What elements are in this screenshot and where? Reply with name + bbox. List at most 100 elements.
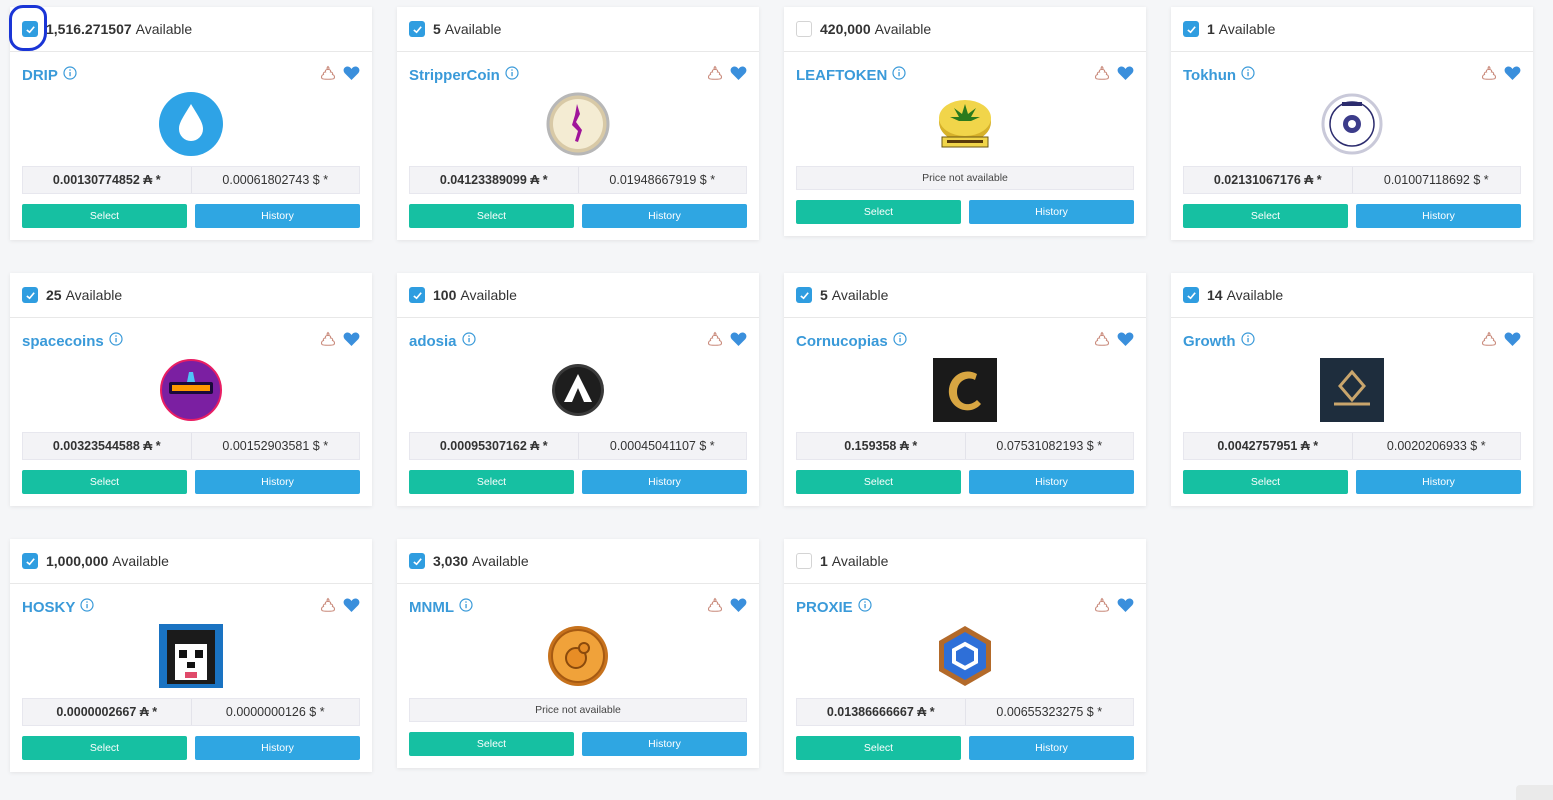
select-button[interactable]: Select (22, 204, 187, 228)
annotation-circle (9, 5, 47, 51)
history-button[interactable]: History (1356, 470, 1521, 494)
token-name[interactable]: adosia (409, 333, 457, 350)
poop-icon[interactable] (1481, 331, 1497, 352)
poop-icon[interactable] (707, 597, 723, 618)
adosia-logo (546, 358, 610, 422)
price-row: 0.00095307162 ₳ * 0.00045041107 $ * (409, 432, 747, 460)
select-button[interactable]: Select (796, 736, 961, 760)
history-button[interactable]: History (1356, 204, 1521, 228)
select-button[interactable]: Select (796, 200, 961, 224)
select-checkbox[interactable] (1183, 287, 1199, 303)
price-ada: 0.01386666667 ₳ * (797, 699, 966, 725)
token-name[interactable]: DRIP (22, 67, 58, 84)
poop-icon[interactable] (320, 65, 336, 86)
select-checkbox[interactable] (409, 287, 425, 303)
heart-icon[interactable] (730, 597, 747, 617)
price-usd: 0.0000000126 $ * (225, 705, 325, 719)
info-icon[interactable] (500, 65, 519, 85)
info-icon[interactable] (454, 597, 473, 617)
cornucopias-logo (933, 358, 997, 422)
select-button[interactable]: Select (409, 732, 574, 756)
price-usd: 0.00061802743 $ * (222, 173, 329, 187)
heart-icon[interactable] (1117, 65, 1134, 85)
card-header: 5 Available (784, 273, 1146, 318)
price-row: 0.02131067176 ₳ * 0.01007118692 $ * (1183, 166, 1521, 194)
info-icon[interactable] (888, 331, 907, 351)
token-name[interactable]: MNML (409, 599, 454, 616)
history-button[interactable]: History (195, 736, 360, 760)
select-checkbox[interactable] (796, 21, 812, 37)
heart-icon[interactable] (343, 65, 360, 85)
poop-icon[interactable] (320, 331, 336, 352)
card-header: 1,516.271507 Available (10, 7, 372, 52)
token-name[interactable]: spacecoins (22, 333, 104, 350)
available-label: Available (1226, 287, 1284, 303)
token-card: 1,000,000 Available HOSKY 0.0000002667 ₳… (10, 539, 372, 772)
info-icon[interactable] (853, 597, 872, 617)
strippercoin-logo (546, 92, 610, 156)
card-header: 5 Available (397, 7, 759, 52)
info-icon[interactable] (58, 65, 77, 85)
heart-icon[interactable] (1504, 65, 1521, 85)
history-button[interactable]: History (195, 470, 360, 494)
info-icon[interactable] (887, 65, 907, 85)
history-button[interactable]: History (582, 204, 747, 228)
token-name[interactable]: Tokhun (1183, 67, 1236, 84)
token-name[interactable]: HOSKY (22, 599, 75, 616)
heart-icon[interactable] (1117, 331, 1134, 351)
select-button[interactable]: Select (22, 470, 187, 494)
history-button[interactable]: History (969, 470, 1134, 494)
available-count: 420,000 (820, 21, 871, 37)
token-card: 100 Available adosia 0.00095307162 ₳ * 0… (397, 273, 759, 506)
token-name[interactable]: Growth (1183, 333, 1236, 350)
recaptcha-badge[interactable] (1516, 785, 1553, 800)
card-header: 1,000,000 Available (10, 539, 372, 584)
heart-icon[interactable] (730, 65, 747, 85)
card-header: 3,030 Available (397, 539, 759, 584)
select-button[interactable]: Select (1183, 204, 1348, 228)
info-icon[interactable] (457, 331, 476, 351)
history-button[interactable]: History (582, 732, 747, 756)
token-name[interactable]: LEAFTOKEN (796, 67, 887, 84)
info-icon[interactable] (75, 597, 94, 617)
select-button[interactable]: Select (796, 470, 961, 494)
info-icon[interactable] (1236, 331, 1255, 351)
history-button[interactable]: History (582, 470, 747, 494)
heart-icon[interactable] (1117, 597, 1134, 617)
token-card: 25 Available spacecoins 0.00323544588 ₳ … (10, 273, 372, 506)
select-checkbox[interactable] (796, 287, 812, 303)
select-checkbox[interactable] (22, 287, 38, 303)
available-label: Available (1218, 21, 1276, 37)
select-button[interactable]: Select (22, 736, 187, 760)
token-card: 3,030 Available MNML Price not available… (397, 539, 759, 768)
select-checkbox[interactable] (409, 553, 425, 569)
poop-icon[interactable] (1481, 65, 1497, 86)
select-checkbox[interactable] (1183, 21, 1199, 37)
history-button[interactable]: History (969, 200, 1134, 224)
select-button[interactable]: Select (409, 204, 574, 228)
info-icon[interactable] (104, 331, 123, 351)
heart-icon[interactable] (730, 331, 747, 351)
poop-icon[interactable] (1094, 597, 1110, 618)
heart-icon[interactable] (343, 331, 360, 351)
heart-icon[interactable] (343, 597, 360, 617)
poop-icon[interactable] (320, 597, 336, 618)
select-checkbox[interactable] (22, 553, 38, 569)
available-count: 1 (1207, 21, 1215, 37)
poop-icon[interactable] (1094, 331, 1110, 352)
poop-icon[interactable] (1094, 65, 1110, 86)
select-checkbox[interactable] (796, 553, 812, 569)
poop-icon[interactable] (707, 65, 723, 86)
history-button[interactable]: History (969, 736, 1134, 760)
select-button[interactable]: Select (409, 470, 574, 494)
token-name[interactable]: StripperCoin (409, 67, 500, 84)
select-checkbox[interactable] (409, 21, 425, 37)
heart-icon[interactable] (1504, 331, 1521, 351)
hosky-logo (159, 624, 223, 688)
select-button[interactable]: Select (1183, 470, 1348, 494)
history-button[interactable]: History (195, 204, 360, 228)
info-icon[interactable] (1236, 65, 1255, 85)
poop-icon[interactable] (707, 331, 723, 352)
token-name[interactable]: PROXIE (796, 599, 853, 616)
token-name[interactable]: Cornucopias (796, 333, 888, 350)
